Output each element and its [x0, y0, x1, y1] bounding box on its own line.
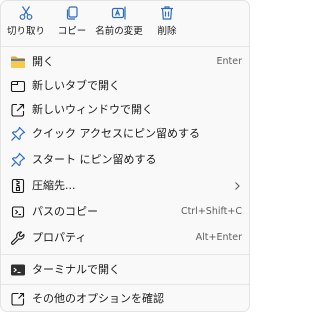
menu-item-properties[interactable]: プロパティ Alt+Enter	[4, 226, 246, 250]
menu-item-copy-path[interactable]: パスのコピー Ctrl+Shift+C	[4, 200, 246, 224]
archive-icon	[10, 178, 26, 194]
menu-item-label: ターミナルで開く	[32, 263, 120, 276]
menu-item-label: 新しいタブで開く	[32, 79, 120, 92]
menu-item-open-in-terminal[interactable]: ターミナルで開く	[4, 258, 246, 282]
menu-item-label: その他のオプションを確認	[32, 292, 164, 305]
chevron-right-icon	[232, 180, 242, 192]
divider	[1, 284, 249, 285]
cut-button[interactable]: 切り取り	[1, 1, 51, 45]
menu-item-label: スタート にピン留めする	[32, 153, 157, 166]
menu-item-label: クイック アクセスにピン留めする	[32, 127, 200, 140]
shortcut-text: Alt+Enter	[195, 232, 242, 243]
rename-button[interactable]: 名前の変更	[94, 1, 144, 45]
copy-path-icon	[10, 204, 26, 220]
pin-icon	[10, 126, 26, 142]
menu-item-label: 開く	[32, 55, 54, 68]
trash-icon	[159, 5, 175, 21]
shortcut-text: Ctrl+Shift+C	[180, 206, 242, 217]
context-menu: 切り取り コピー 名前の変更 削除 開く Enter 新しいタブで開く 新しいウ…	[0, 0, 250, 312]
divider	[1, 46, 249, 47]
menu-item-pin-quick-access[interactable]: クイック アクセスにピン留めする	[4, 122, 246, 146]
scissors-icon	[18, 5, 34, 21]
new-tab-icon	[10, 78, 26, 94]
copy-button[interactable]: コピー	[47, 1, 97, 45]
pin-icon	[10, 152, 26, 168]
folder-icon	[10, 54, 26, 70]
terminal-icon	[10, 262, 26, 278]
menu-item-show-more-options[interactable]: その他のオプションを確認	[4, 287, 246, 311]
menu-item-label: プロパティ	[32, 231, 87, 244]
divider	[1, 254, 249, 255]
delete-button[interactable]: 削除	[142, 1, 192, 45]
open-new-window-icon	[10, 102, 26, 118]
menu-item-label: 新しいウィンドウで開く	[32, 103, 153, 116]
delete-label: 削除	[157, 26, 177, 37]
rename-icon	[111, 5, 127, 21]
menu-item-compress-to[interactable]: 圧縮先...	[4, 174, 246, 198]
wrench-icon	[10, 230, 26, 246]
menu-item-label: パスのコピー	[32, 205, 98, 218]
menu-item-open-new-window[interactable]: 新しいウィンドウで開く	[4, 98, 246, 122]
menu-item-pin-start[interactable]: スタート にピン留めする	[4, 148, 246, 172]
menu-item-open-new-tab[interactable]: 新しいタブで開く	[4, 74, 246, 98]
shortcut-text: Enter	[216, 56, 243, 67]
copy-icon	[64, 5, 80, 21]
more-options-icon	[10, 291, 26, 307]
context-menu-action-bar: 切り取り コピー 名前の変更 削除	[1, 1, 249, 45]
menu-item-open[interactable]: 開く Enter	[4, 50, 246, 74]
menu-item-label: 圧縮先...	[32, 179, 76, 192]
